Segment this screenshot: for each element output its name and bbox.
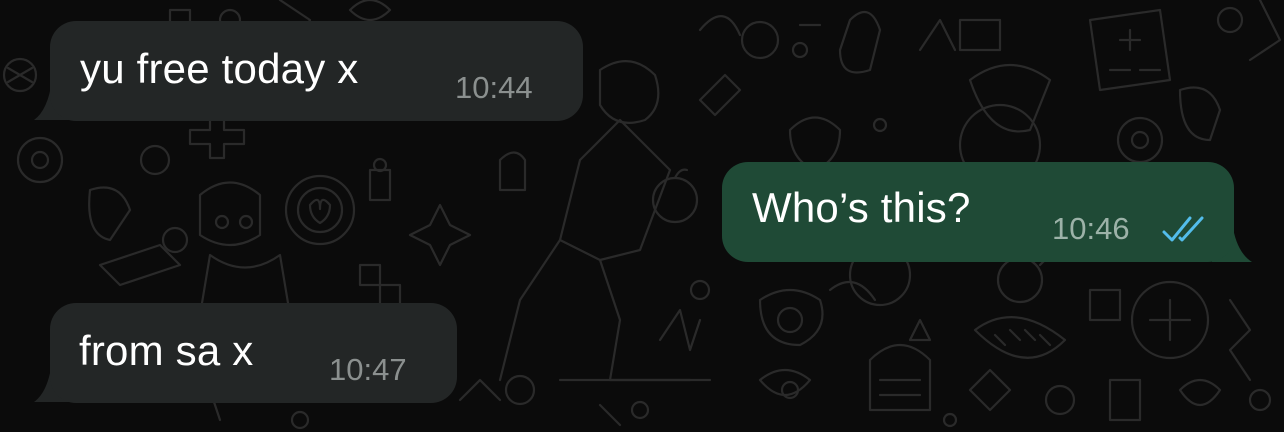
message-bubble-incoming[interactable]: yu free today x 10:44 xyxy=(50,21,583,121)
message-text: from sa x xyxy=(79,327,254,374)
message-timestamp: 10:47 xyxy=(329,352,407,387)
message-bubble-incoming[interactable]: from sa x 10:47 xyxy=(50,303,457,403)
message-bubble-outgoing[interactable]: Who’s this? 10:46 xyxy=(722,162,1234,262)
message-timestamp: 10:44 xyxy=(455,70,533,105)
message-text: yu free today x xyxy=(80,45,359,92)
message-timestamp: 10:46 xyxy=(1052,211,1130,246)
message-text: Who’s this? xyxy=(752,184,971,231)
double-check-read-icon xyxy=(1162,216,1204,242)
